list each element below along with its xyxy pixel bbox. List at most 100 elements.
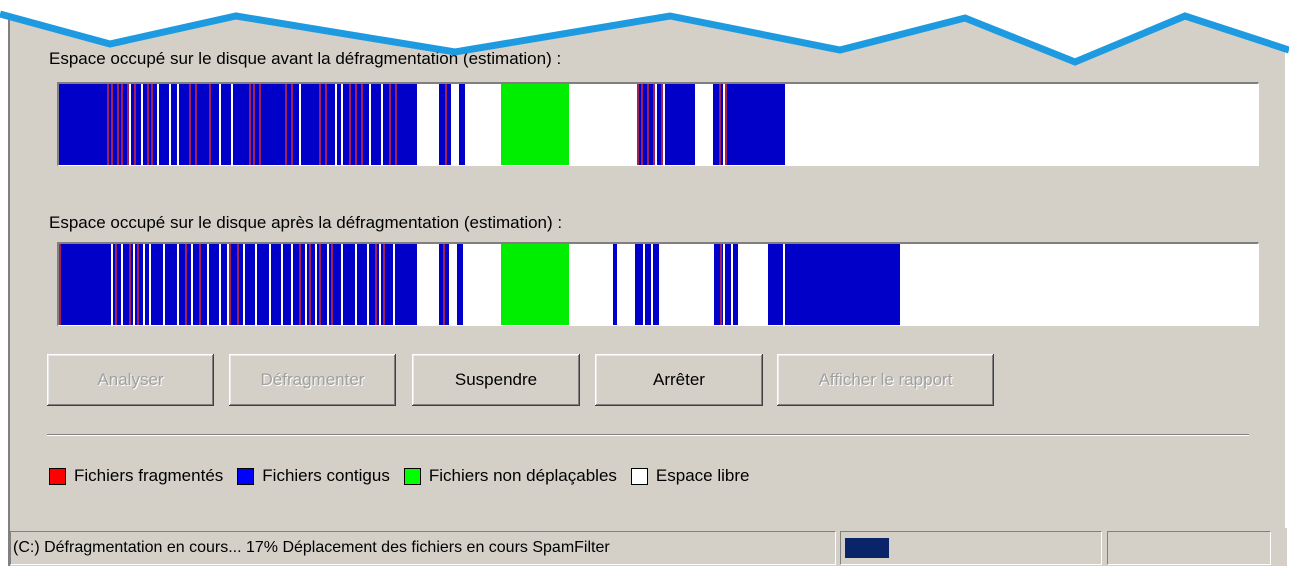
- free-swatch: [630, 467, 648, 485]
- before-fragmented-stripe: [361, 84, 363, 165]
- before-fragmented-stripe: [151, 84, 153, 165]
- before-fragmented-stripe: [647, 84, 649, 165]
- after-free-gap: [149, 244, 151, 325]
- after-contiguous-block: [457, 244, 463, 325]
- legend: Fichiers fragmentés Fichiers contigus Fi…: [49, 466, 763, 486]
- before-fragmented-stripe: [661, 84, 663, 165]
- pause-button[interactable]: Suspendre: [412, 354, 580, 406]
- after-free-gap: [315, 244, 317, 325]
- after-fragmented-stripe: [319, 244, 321, 325]
- before-fragmented-stripe: [641, 84, 643, 165]
- after-free-gap: [227, 244, 229, 325]
- before-fragmented-stripe: [134, 84, 136, 165]
- before-fragmented-stripe: [253, 84, 255, 165]
- before-free-gap: [169, 84, 171, 165]
- after-contiguous-block: [714, 244, 738, 325]
- separator: [47, 434, 1249, 436]
- legend-label-contiguous: Fichiers contigus: [262, 466, 390, 485]
- status-extra-pane: [1107, 531, 1271, 565]
- stop-button[interactable]: Arrêter: [595, 354, 763, 406]
- before-free-gap: [655, 84, 657, 165]
- before-free-gap: [231, 84, 233, 165]
- before-free-gap: [381, 84, 383, 165]
- legend-item-contiguous: Fichiers contigus: [237, 466, 390, 486]
- after-fragmented-stripe: [229, 244, 231, 325]
- after-free-gap: [163, 244, 165, 325]
- before-fragmented-stripe: [389, 84, 391, 165]
- before-fragmented-stripe: [395, 84, 397, 165]
- after-free-gap: [367, 244, 369, 325]
- after-fragmented-stripe: [309, 244, 311, 325]
- after-fragmented-stripe: [129, 244, 131, 325]
- legend-item-fragmented: Fichiers fragmentés: [49, 466, 223, 486]
- before-fragmented-stripe: [209, 84, 211, 165]
- after-free-gap: [379, 244, 381, 325]
- show-report-button[interactable]: Afficher le rapport: [777, 354, 994, 406]
- before-fragmented-stripe: [127, 84, 129, 165]
- before-free-gap: [663, 84, 665, 165]
- before-fragmented-stripe: [653, 84, 655, 165]
- after-contiguous-block: [768, 244, 900, 325]
- before-fragmented-stripe: [147, 84, 149, 165]
- after-fragmented-stripe: [331, 244, 333, 325]
- before-fragmented-stripe: [349, 84, 351, 165]
- after-fragmented-stripe: [720, 244, 722, 325]
- after-free-gap: [281, 244, 283, 325]
- legend-label-fragmented: Fichiers fragmentés: [74, 466, 224, 485]
- before-disk-map-graphic: [59, 84, 785, 165]
- after-free-gap: [121, 244, 123, 325]
- after-fragmented-stripe: [199, 244, 201, 325]
- after-free-gap: [291, 244, 293, 325]
- fragmented-swatch: [49, 467, 66, 485]
- before-fragmented-stripe: [117, 84, 119, 165]
- before-contiguous-block: [459, 84, 465, 165]
- defrag-window: Espace occupé sur le disque avant la déf…: [8, 0, 1285, 566]
- after-unmovable-block: [501, 244, 569, 325]
- after-fragmented-stripe: [237, 244, 239, 325]
- after-free-gap: [341, 244, 343, 325]
- before-free-gap: [335, 84, 337, 165]
- before-fragmented-stripe: [259, 84, 261, 165]
- after-free-gap: [177, 244, 179, 325]
- progress-bar-fill: [845, 538, 889, 558]
- before-fragmented-stripe: [445, 84, 447, 165]
- status-text-pane: (C:) Défragmentation en cours... 17% Dép…: [10, 531, 836, 565]
- after-disk-map-graphic: [59, 244, 900, 325]
- after-disk-map: [57, 242, 1259, 326]
- after-contiguous-block: [613, 244, 617, 325]
- after-fragmented-stripe: [137, 244, 139, 325]
- before-fragmented-stripe: [637, 84, 639, 165]
- before-fragmented-stripe: [319, 84, 321, 165]
- after-fragmented-stripe: [299, 244, 301, 325]
- status-bar: (C:) Défragmentation en cours... 17% Dép…: [10, 528, 1287, 566]
- before-free-gap: [723, 84, 725, 165]
- before-free-gap: [341, 84, 343, 165]
- before-fragmented-stripe: [189, 84, 191, 165]
- before-fragmented-stripe: [291, 84, 293, 165]
- before-disk-map: [57, 82, 1259, 166]
- after-free-gap: [219, 244, 221, 325]
- before-fragmented-stripe: [111, 84, 113, 165]
- defragment-button[interactable]: Défragmenter: [229, 354, 396, 406]
- status-progress-pane: [840, 531, 1102, 565]
- after-free-gap: [305, 244, 307, 325]
- after-free-gap: [111, 244, 113, 325]
- analyze-button[interactable]: Analyser: [47, 354, 214, 406]
- after-fragmented-stripe: [115, 244, 117, 325]
- after-fragmented-stripe: [443, 244, 445, 325]
- before-free-gap: [299, 84, 301, 165]
- after-contiguous-block: [635, 244, 659, 325]
- before-free-gap: [157, 84, 159, 165]
- before-fragmented-stripe: [285, 84, 287, 165]
- after-free-gap: [643, 244, 645, 325]
- after-free-gap: [255, 244, 257, 325]
- after-fragmented-stripe: [383, 244, 385, 325]
- after-fragmented-stripe: [185, 244, 187, 325]
- before-free-gap: [369, 84, 371, 165]
- before-unmovable-block: [501, 84, 569, 165]
- legend-label-unmovable: Fichiers non déplaçables: [428, 466, 617, 485]
- after-free-gap: [143, 244, 145, 325]
- after-free-gap: [731, 244, 733, 325]
- before-fragmented-stripe: [107, 84, 109, 165]
- legend-label-free: Espace libre: [655, 466, 750, 485]
